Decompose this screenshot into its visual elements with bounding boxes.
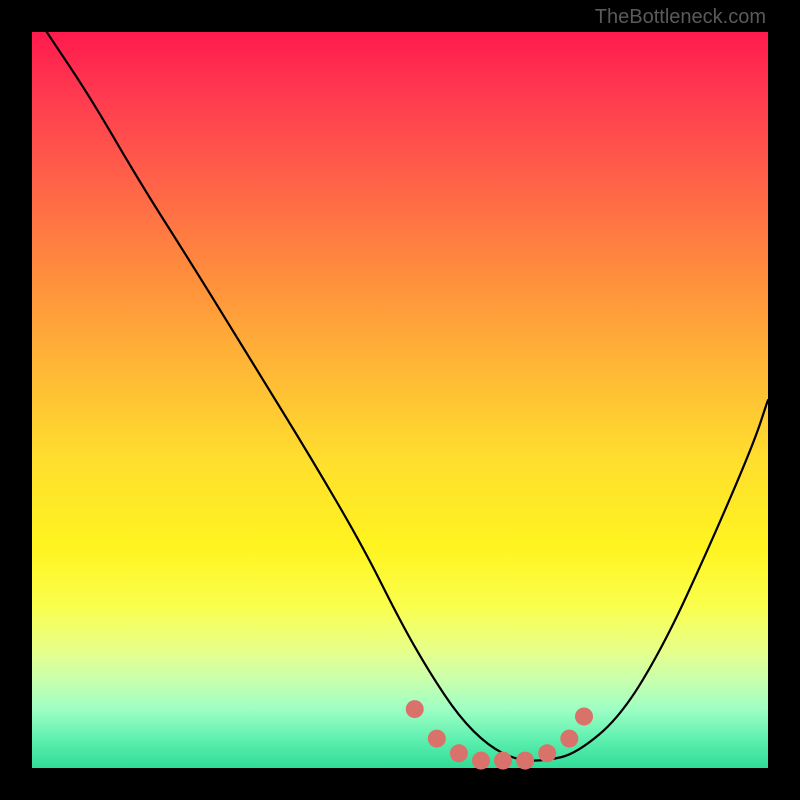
highlight-dot xyxy=(494,752,512,770)
highlight-dot xyxy=(428,730,446,748)
highlight-dots-group xyxy=(406,700,593,770)
chart-overlay xyxy=(32,32,768,768)
highlight-dot xyxy=(538,744,556,762)
watermark-label: TheBottleneck.com xyxy=(595,6,766,29)
highlight-dot xyxy=(406,700,424,718)
highlight-dot xyxy=(516,752,534,770)
highlight-dot xyxy=(560,730,578,748)
chart-frame: TheBottleneck.com xyxy=(0,0,800,800)
highlight-dot xyxy=(472,752,490,770)
highlight-dot xyxy=(450,744,468,762)
highlight-dot xyxy=(575,708,593,726)
bottleneck-curve xyxy=(47,32,768,761)
